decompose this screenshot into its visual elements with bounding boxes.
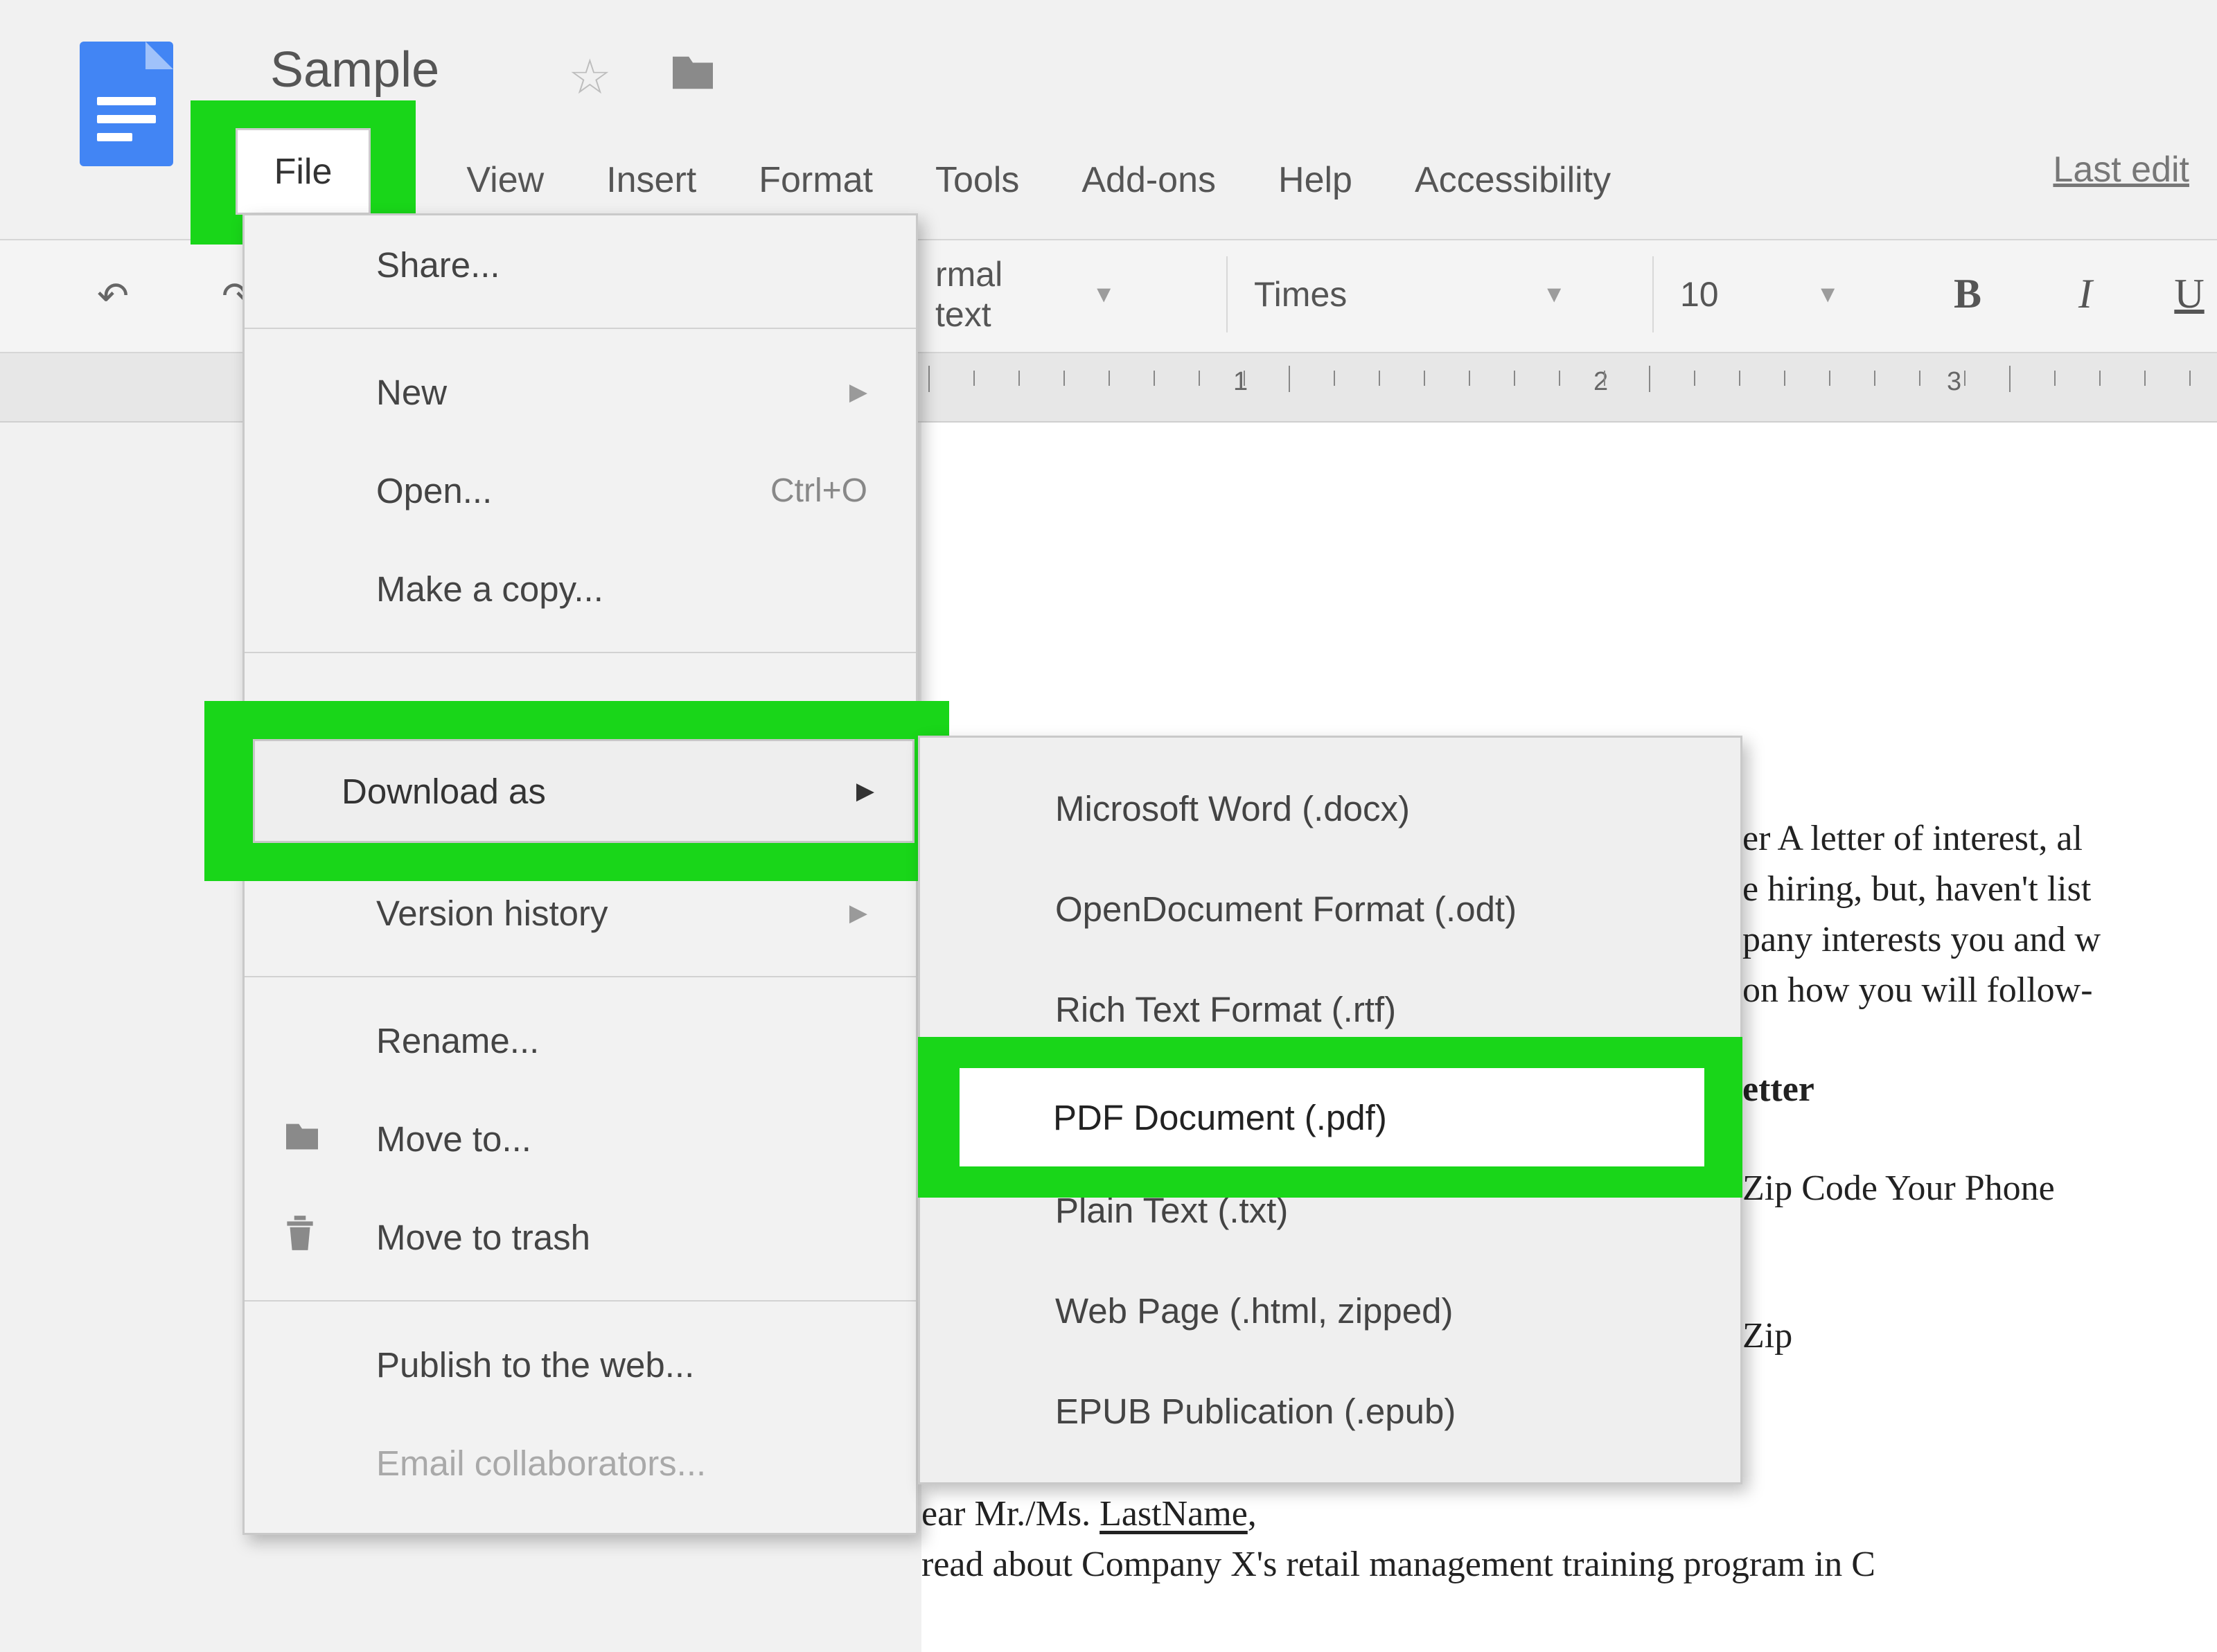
submenu-item-pdf[interactable]: PDF Document (.pdf)	[960, 1068, 1704, 1166]
last-edit-link[interactable]: Last edit	[2053, 149, 2189, 190]
menu-item-label: Move to trash	[376, 1217, 590, 1258]
font-family-value: Times	[1254, 274, 1347, 314]
document-body-text: er A letter of interest, al e hiring, bu…	[1742, 814, 2217, 1362]
font-size-select[interactable]: 10 ▼	[1652, 256, 1860, 332]
paragraph-style-value: rmal text	[935, 254, 1064, 335]
annotation-download-as-highlight: Download as ▶	[204, 701, 949, 881]
menu-item-publish[interactable]: Publish to the web...	[245, 1315, 916, 1414]
menu-item-label: Move to...	[376, 1119, 531, 1160]
chevron-right-icon: ▶	[856, 777, 874, 805]
menu-separator	[245, 652, 916, 653]
undo-button[interactable]: ↶	[97, 274, 129, 318]
underline-button[interactable]: U	[2148, 270, 2217, 318]
menu-separator	[245, 1300, 916, 1302]
submenu-item-label: OpenDocument Format (.odt)	[1055, 889, 1517, 930]
font-size-value: 10	[1680, 274, 1719, 314]
menu-item-label: Version history	[376, 893, 608, 934]
submenu-item-label: Microsoft Word (.docx)	[1055, 788, 1410, 829]
submenu-item-label: Web Page (.html, zipped)	[1055, 1290, 1454, 1331]
submenu-item-label: PDF Document (.pdf)	[1053, 1097, 1387, 1138]
menu-item-label: Open...	[376, 470, 492, 511]
submenu-item-docx[interactable]: Microsoft Word (.docx)	[920, 758, 1740, 859]
menu-item-open[interactable]: Open... Ctrl+O	[245, 441, 916, 540]
submenu-item-label: Rich Text Format (.rtf)	[1055, 989, 1396, 1030]
bold-button[interactable]: B	[1926, 270, 2009, 318]
paragraph-style-select[interactable]: rmal text ▼	[908, 256, 1136, 332]
chevron-right-icon: ▶	[849, 378, 867, 406]
menu-item-label: New	[376, 372, 447, 413]
chevron-right-icon: ▶	[849, 899, 867, 927]
folder-icon[interactable]	[669, 48, 717, 104]
menu-item-new[interactable]: New ▶	[245, 343, 916, 441]
document-body-text-lower: ear Mr./Ms. LastName, read about Company…	[921, 1489, 2217, 1590]
menu-item-make-copy[interactable]: Make a copy...	[245, 540, 916, 638]
ruler-num-3: 3	[1947, 367, 1961, 397]
menu-item-label: Download as	[342, 771, 546, 812]
document-title[interactable]: Sample	[270, 42, 439, 98]
folder-icon	[283, 1117, 321, 1162]
menu-item-share[interactable]: Share...	[245, 215, 916, 314]
annotation-pdf-highlight: PDF Document (.pdf)	[918, 1037, 1742, 1198]
menu-item-move-to-trash[interactable]: Move to trash	[245, 1188, 916, 1286]
menu-item-rename[interactable]: Rename...	[245, 991, 916, 1090]
menu-item-label: Publish to the web...	[376, 1344, 694, 1385]
chevron-down-icon: ▼	[1092, 281, 1115, 308]
menu-help[interactable]: Help	[1247, 147, 1384, 213]
trash-icon	[283, 1213, 317, 1262]
docs-app-icon[interactable]	[80, 42, 173, 166]
keyboard-shortcut: Ctrl+O	[770, 472, 867, 510]
ruler-num-1: 1	[1233, 367, 1248, 397]
chevron-down-icon: ▼	[1542, 281, 1566, 308]
menu-format[interactable]: Format	[727, 147, 904, 213]
star-icon[interactable]: ☆	[568, 48, 612, 105]
font-family-select[interactable]: Times ▼	[1226, 256, 1587, 332]
menu-separator	[245, 976, 916, 977]
submenu-item-label: EPUB Publication (.epub)	[1055, 1391, 1456, 1432]
submenu-item-epub[interactable]: EPUB Publication (.epub)	[920, 1361, 1740, 1462]
menu-view[interactable]: View	[435, 147, 575, 213]
submenu-item-odt[interactable]: OpenDocument Format (.odt)	[920, 859, 1740, 959]
italic-button[interactable]: I	[2044, 270, 2127, 318]
menu-item-label: Email collaborators...	[376, 1443, 706, 1484]
menu-item-email-collaborators: Email collaborators...	[245, 1414, 916, 1512]
menu-accessibility[interactable]: Accessibility	[1384, 147, 1642, 213]
submenu-item-html[interactable]: Web Page (.html, zipped)	[920, 1261, 1740, 1361]
menu-addons[interactable]: Add-ons	[1050, 147, 1247, 213]
menu-item-download-as[interactable]: Download as ▶	[253, 739, 915, 843]
menu-item-label: Rename...	[376, 1020, 539, 1061]
chevron-down-icon: ▼	[1816, 281, 1839, 308]
ruler-num-2: 2	[1593, 367, 1608, 397]
menu-tools[interactable]: Tools	[904, 147, 1050, 213]
menu-separator	[245, 328, 916, 329]
menu-item-move-to[interactable]: Move to...	[245, 1090, 916, 1188]
menu-item-label: Share...	[376, 245, 500, 285]
menu-insert[interactable]: Insert	[575, 147, 727, 213]
menu-file[interactable]: File	[236, 128, 371, 215]
menu-item-label: Make a copy...	[376, 569, 603, 610]
